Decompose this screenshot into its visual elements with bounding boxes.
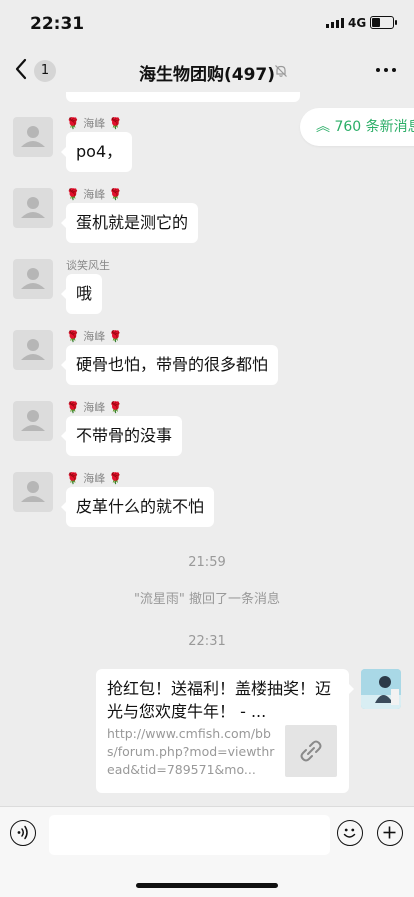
default-user-icon <box>21 126 45 147</box>
default-user-icon <box>21 410 45 431</box>
avatar[interactable] <box>13 401 53 441</box>
plus-icon <box>383 826 396 839</box>
message-bubble[interactable]: 蛋机就是测它的 <box>60 203 199 243</box>
message-bubble[interactable]: 不带骨的没事 <box>60 416 183 456</box>
self-avatar[interactable] <box>361 669 401 709</box>
message-bubble[interactable]: 硬骨也怕，带骨的很多都怕 <box>60 345 279 385</box>
double-chevron-up-icon: ︽ <box>316 119 335 135</box>
avatar[interactable] <box>13 472 53 512</box>
default-user-icon <box>21 268 45 289</box>
avatar[interactable] <box>13 330 53 370</box>
status-bar: 22:31 4G <box>0 0 414 48</box>
voice-input-button[interactable] <box>10 820 36 846</box>
home-indicator[interactable] <box>136 883 278 888</box>
voice-icon <box>17 825 28 840</box>
emoji-button[interactable] <box>337 820 363 846</box>
smiley-icon <box>343 828 356 838</box>
battery-icon <box>370 16 397 29</box>
timestamp: 21:59 <box>188 555 226 570</box>
default-user-icon <box>21 339 45 360</box>
default-user-icon <box>21 481 45 502</box>
new-messages-label: 760 条新消息 <box>334 119 414 135</box>
network-type: 4G <box>348 16 367 30</box>
message-input[interactable] <box>49 815 330 855</box>
avatar[interactable] <box>13 117 53 157</box>
new-messages-button[interactable]: ︽ 760 条新消息 <box>300 108 414 146</box>
link-url: http://www.cmfish.com/bbs/forum.php?mod=… <box>107 726 275 777</box>
default-user-icon <box>21 197 45 218</box>
message-bubble[interactable]: po4， <box>60 132 133 172</box>
link-title: 抢红包！送福利！盖楼抽奖！迈光与您欢度牛年！ - ... <box>107 679 332 721</box>
more-functions-button[interactable] <box>377 820 403 846</box>
sender-name: 🌹 海峰 🌹 <box>66 472 123 485</box>
timestamp: 22:31 <box>188 634 226 649</box>
avatar[interactable] <box>13 188 53 228</box>
message-bubble[interactable]: 哦 <box>60 274 103 314</box>
avatar[interactable] <box>13 259 53 299</box>
nav-bar: 1 海生物团购(497) <box>0 48 414 92</box>
sender-name: 🌹 海峰 🌹 <box>66 188 123 201</box>
sender-name: 🌹 海峰 🌹 <box>66 330 123 343</box>
partial-message-bubble <box>66 92 300 102</box>
link-thumbnail <box>285 725 337 777</box>
sender-name: 🌹 海峰 🌹 <box>66 401 123 414</box>
avatar-image <box>361 669 401 709</box>
link-icon <box>300 740 322 762</box>
chat-title: 海生物团购(497) <box>138 65 276 85</box>
message-bubble[interactable]: 皮革什么的就不怕 <box>60 487 215 527</box>
link-card-message[interactable]: 抢红包！送福利！盖楼抽奖！迈光与您欢度牛年！ - ... http://www.… <box>96 669 354 793</box>
status-time: 22:31 <box>30 14 85 34</box>
sender-name: 🌹 海峰 🌹 <box>66 117 123 130</box>
mute-bell-icon <box>275 65 287 77</box>
recalled-message-notice: "流星雨" 撤回了一条消息 <box>133 592 281 607</box>
more-options-button[interactable] <box>376 68 396 72</box>
signal-icon <box>326 18 344 28</box>
sender-name: 谈笑风生 <box>66 259 110 272</box>
